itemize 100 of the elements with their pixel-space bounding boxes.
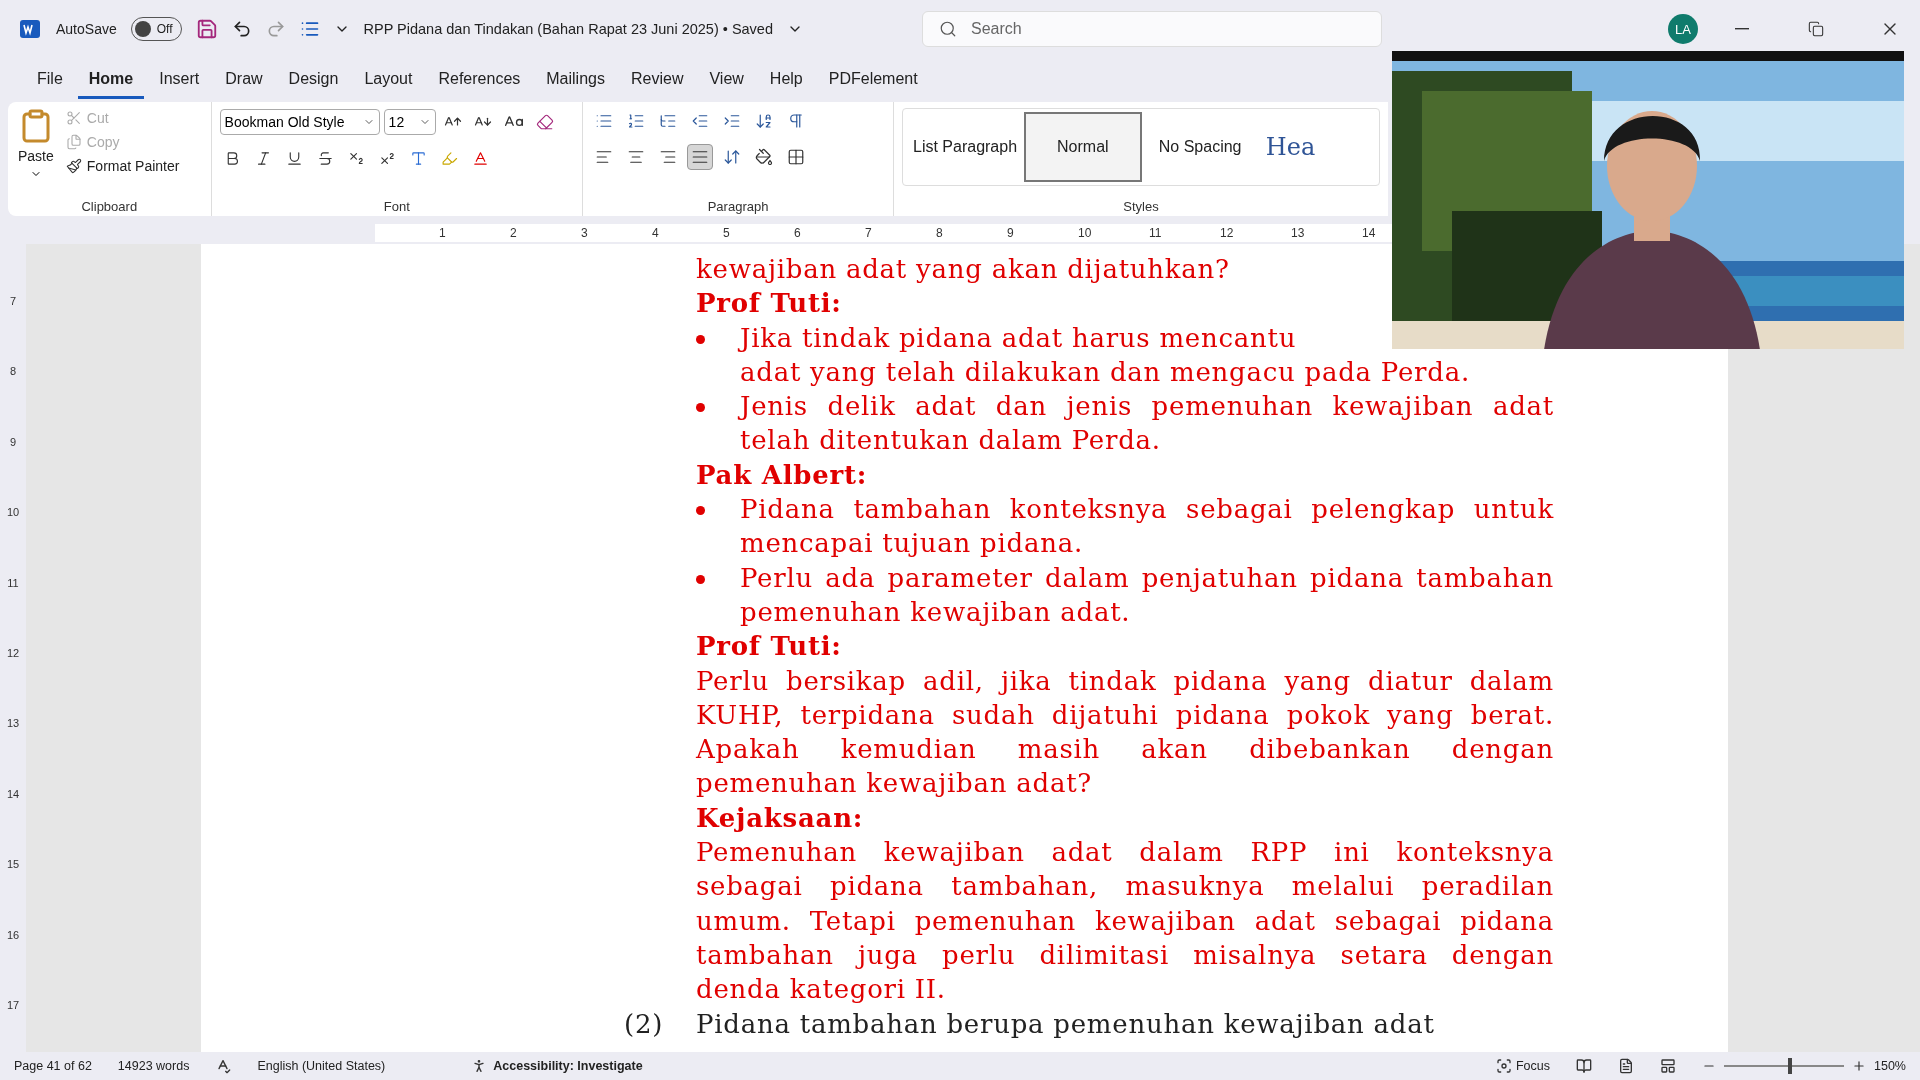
scissors-icon: [65, 110, 82, 126]
search-field[interactable]: Search: [922, 11, 1382, 47]
group-label: Styles: [1122, 199, 1160, 214]
borders-icon: [787, 148, 806, 166]
ribbon-tab[interactable]: Home: [77, 61, 145, 99]
ruler-number: 11: [1149, 226, 1163, 240]
underline-icon: [285, 150, 303, 167]
paste-button[interactable]: Paste: [16, 146, 56, 166]
user-avatar[interactable]: LA: [1668, 14, 1698, 44]
highlighter-icon: [440, 150, 458, 167]
bullet-text: adat yang telah dilakukan dan mengacu pada Perda.: [739, 355, 1471, 389]
font-color-icon: [471, 150, 489, 167]
ribbon-tab[interactable]: PDFelement: [817, 61, 929, 99]
ruler-number: 13: [1291, 226, 1306, 240]
save-icon[interactable]: [195, 18, 218, 40]
speaker-heading: Prof Tuti:: [696, 287, 843, 321]
ruler-number: 16: [6, 927, 20, 943]
align-right-icon: [659, 148, 678, 166]
bullet-item: Jenis delik adat dan jenis pemenuhan kewajiban adat telah ditentukan dalam Perda.: [696, 389, 1554, 458]
copy-icon: [65, 134, 82, 150]
increase-indent-icon: [723, 112, 742, 130]
ruler-number: 13: [6, 716, 20, 732]
undo-icon[interactable]: [231, 19, 252, 39]
font-size-select[interactable]: 12: [383, 109, 436, 135]
restore-icon: [1808, 21, 1824, 37]
paragraph: kewajiban adat yang akan dijatuhkan?: [696, 253, 1231, 286]
ruler-number: 14: [6, 786, 20, 802]
language-label[interactable]: English (United States): [257, 1059, 386, 1073]
font-name-select[interactable]: Bookman Old Style: [219, 109, 380, 135]
web-layout-icon[interactable]: [1660, 1058, 1676, 1074]
ribbon-tab[interactable]: Insert: [148, 61, 211, 99]
group-label: Font: [382, 199, 411, 214]
minimize-icon: [1735, 28, 1749, 30]
style-option[interactable]: Normal: [1024, 112, 1142, 182]
ruler-number: 8: [936, 226, 944, 240]
autosave-label: AutoSave: [56, 21, 117, 37]
item-number: (2): [624, 1007, 665, 1041]
decrease-indent-icon: [691, 112, 710, 130]
ruler-number: 6: [794, 226, 802, 240]
ribbon-tab[interactable]: Draw: [214, 61, 274, 99]
ruler-number: 8: [9, 364, 17, 380]
multilevel-list-icon: [659, 112, 678, 130]
ruler-number: 4: [652, 226, 660, 240]
focus-icon[interactable]: [1495, 1058, 1512, 1074]
zoom-in-icon[interactable]: [1852, 1059, 1866, 1073]
ribbon-tab[interactable]: Design: [277, 61, 350, 99]
line-spacing-icon: [723, 148, 742, 166]
numbering-icon: [627, 112, 646, 130]
word-count[interactable]: 14923 words: [117, 1059, 190, 1073]
zoom-thumb[interactable]: [1788, 1058, 1792, 1074]
ribbon-tab[interactable]: Mailings: [535, 61, 616, 99]
align-button[interactable]: [687, 144, 714, 170]
group-label: Clipboard: [80, 199, 139, 214]
ruler-number: 17: [6, 997, 20, 1013]
subscript-icon: [347, 150, 365, 167]
read-mode-icon[interactable]: [1576, 1058, 1592, 1074]
align-center-icon: [627, 148, 646, 166]
sort-icon: [755, 112, 774, 130]
ruler-number: 15: [6, 857, 20, 873]
ruler-number: 11: [7, 575, 19, 591]
search-input[interactable]: Search: [969, 19, 1365, 39]
ribbon-tab[interactable]: References: [427, 61, 532, 99]
ribbon-tab[interactable]: Help: [758, 61, 814, 99]
paint-bucket-icon: [755, 148, 774, 166]
bullet-item: Pidana tambahan konteksnya sebagai pelengkap untuk mencapai tujuan pidana.: [696, 492, 1554, 561]
speaker-heading: Pak Albert:: [696, 458, 869, 492]
ruler-number: 2: [510, 226, 518, 240]
bullet-item: Perlu ada parameter dalam penjatuhan pidana tambahan pemenuhan kewajiban adat.: [696, 560, 1554, 630]
eraser-icon: [535, 113, 554, 131]
paragraph: Pidana tambahan berupa pemenuhan kewajiban adat: [696, 1007, 1435, 1041]
print-layout-icon[interactable]: [1618, 1058, 1634, 1074]
speaker-heading: Prof Tuti:: [696, 630, 843, 664]
page-count[interactable]: Page 41 of 62: [14, 1059, 92, 1073]
word-logo-icon: [18, 17, 42, 41]
ruler-number: 3: [581, 226, 589, 240]
strikethrough-icon: [316, 150, 334, 167]
document-title: RPP Pidana dan Tindakan (Bahan Rapat 23 Juni 2025) • Saved: [363, 21, 773, 37]
ribbon-tab[interactable]: File: [26, 61, 74, 99]
ruler-number: 5: [723, 226, 731, 240]
list-icon[interactable]: [299, 19, 320, 39]
ribbon-tab[interactable]: View: [698, 61, 755, 99]
proofing-icon[interactable]: [215, 1058, 232, 1074]
ruler-number: 7: [865, 226, 873, 240]
ribbon-tab[interactable]: Layout: [353, 61, 424, 99]
ruler-number: 7: [9, 294, 17, 309]
focus-label[interactable]: Focus: [1515, 1059, 1550, 1073]
text-effects-icon: [409, 150, 427, 167]
justify-icon: [691, 148, 710, 166]
ruler-number: 12: [1220, 226, 1235, 240]
ribbon-tab[interactable]: Review: [619, 61, 695, 99]
ruler-number: 1: [439, 226, 447, 240]
superscript-icon: [378, 150, 396, 167]
search-icon: [939, 20, 957, 38]
ruler-number: 9: [1007, 226, 1015, 240]
zoom-level[interactable]: 150%: [1874, 1059, 1906, 1073]
bullets-icon: [595, 112, 614, 130]
ruler-number: 9: [9, 434, 17, 450]
paintbrush-icon: [65, 158, 82, 174]
accessibility-status[interactable]: Accessibility: Investigate: [493, 1059, 643, 1073]
format-painter-button[interactable]: Format Painter: [63, 156, 182, 176]
